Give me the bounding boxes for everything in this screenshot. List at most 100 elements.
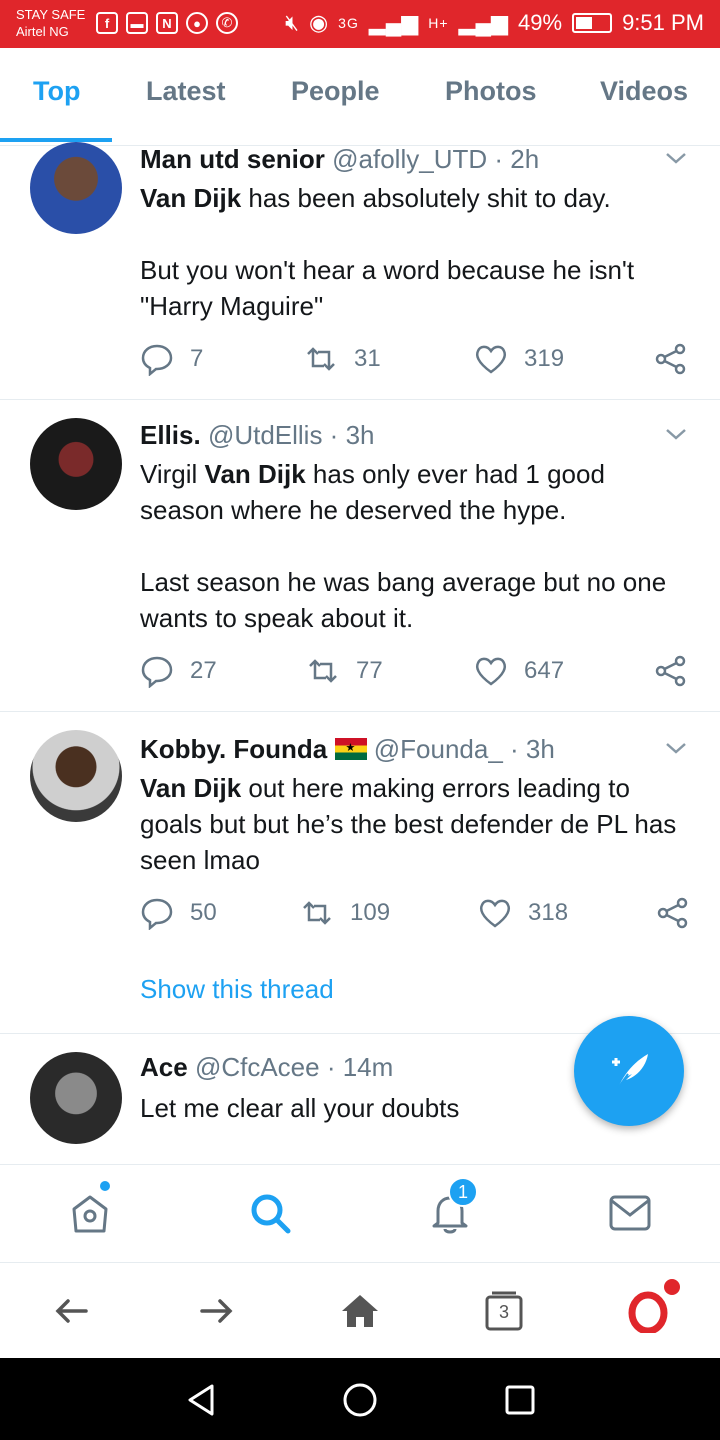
compose-feather-icon [612, 1054, 648, 1089]
show-thread-link[interactable]: Show this thread [140, 974, 334, 1005]
reply-count: 27 [190, 657, 217, 684]
signal-icon: ▂▄▆ [368, 10, 419, 35]
tweet-text: Van Dijk out here making errors leading … [140, 770, 685, 878]
opera-logo-icon [628, 1291, 668, 1335]
share-icon [655, 343, 686, 375]
chevron-down-icon[interactable] [664, 736, 688, 762]
tab-people[interactable]: People [291, 76, 380, 107]
tabs-button[interactable]: 3 [482, 1289, 526, 1333]
reply-button[interactable]: 27 [140, 654, 217, 688]
tweet-actions: 7 31 319 [140, 342, 700, 382]
status-bar: STAY SAFE Airtel NG f ▬ N ● ✆ 🔇︎ ◉ 3G ▂▄… [0, 0, 720, 48]
like-button[interactable]: 319 [474, 342, 564, 376]
whatsapp-icon: ✆ [216, 12, 238, 34]
home-button[interactable] [68, 1181, 112, 1235]
tweet-author-handle[interactable]: @UtdEllis · 3h [208, 420, 375, 450]
notifications-button[interactable]: 1 [428, 1177, 478, 1235]
reply-button[interactable]: 50 [140, 896, 217, 930]
retweet-button[interactable]: 31 [304, 342, 381, 376]
reply-button[interactable]: 7 [140, 342, 203, 376]
chevron-down-icon[interactable] [664, 422, 688, 448]
signal-icon-2: ▂▄▆ [458, 10, 509, 35]
carrier-line1: STAY SAFE [16, 7, 86, 22]
browser-home-button[interactable] [338, 1289, 382, 1333]
reply-icon [141, 898, 173, 930]
back-button[interactable] [50, 1289, 94, 1333]
tweet-text: Virgil Van Dijk has only ever had 1 good… [140, 456, 685, 636]
heart-icon [479, 899, 511, 928]
tweet-author-name[interactable]: Kobby. Founda [140, 734, 327, 764]
retweet-icon [307, 347, 335, 371]
tweet-card[interactable]: Man utd senior @afolly_UTD · 2h Van Dijk… [0, 142, 720, 400]
tweet-author-name[interactable]: Ace [140, 1052, 188, 1082]
n-app-icon: N [156, 12, 178, 34]
tweet-author-name[interactable]: Ellis. [140, 420, 201, 450]
tweet-text-para2: But you won't hear a word because he isn… [140, 255, 635, 321]
tab-latest[interactable]: Latest [146, 76, 226, 107]
android-nav-bar [0, 1358, 720, 1440]
mail-icon [609, 1195, 651, 1231]
notifications-badge: 1 [448, 1177, 478, 1207]
avatar[interactable] [30, 418, 122, 510]
recents-square-icon[interactable] [500, 1380, 540, 1420]
new-content-dot [100, 1181, 110, 1191]
active-tab-indicator [0, 138, 112, 142]
tab-top[interactable]: Top [33, 76, 80, 107]
clock: 9:51 PM [622, 10, 704, 35]
keyword-highlight: Van Dijk [204, 459, 306, 489]
back-triangle-icon[interactable] [182, 1380, 222, 1420]
signal-hplus: H+ [428, 15, 449, 31]
tab-videos[interactable]: Videos [600, 76, 688, 107]
avatar[interactable] [30, 142, 122, 234]
tweet-card[interactable]: Ellis. @UtdEllis · 3h Virgil Van Dijk ha… [0, 400, 720, 712]
retweet-count: 109 [350, 899, 391, 926]
carrier-line2: Airtel NG [16, 24, 69, 39]
tweet-text-para2: Last season he was bang average but no o… [140, 567, 667, 633]
compose-tweet-button[interactable] [574, 1016, 684, 1126]
tab-photos[interactable]: Photos [445, 76, 537, 107]
opera-menu-button[interactable] [626, 1279, 680, 1335]
forward-button[interactable] [194, 1289, 238, 1333]
notification-icons: f ▬ N ● ✆ [96, 12, 238, 34]
tweet-text: Van Dijk has been absolutely shit to day… [140, 180, 685, 324]
share-icon [655, 655, 686, 687]
home-icon [72, 1195, 108, 1233]
avatar[interactable] [30, 1052, 122, 1144]
tweet-author-handle[interactable]: @Founda_ · 3h [374, 734, 555, 764]
like-count: 647 [524, 657, 565, 684]
search-button[interactable] [248, 1191, 292, 1235]
tweet-text-pre: Virgil [140, 459, 205, 489]
retweet-icon [309, 659, 337, 683]
retweet-button[interactable]: 109 [300, 896, 390, 930]
share-button[interactable] [654, 342, 688, 376]
twitter-bottom-nav: 1 [0, 1164, 720, 1260]
reply-icon [141, 656, 173, 688]
tweet-author-handle[interactable]: @CfcAcee · 14m [195, 1052, 393, 1082]
tabs-count: 3 [498, 1302, 509, 1322]
messages-button[interactable] [608, 1191, 652, 1235]
share-button[interactable] [654, 654, 688, 688]
share-button[interactable] [656, 896, 690, 930]
arrow-right-icon [200, 1299, 233, 1323]
carrier-info: STAY SAFE Airtel NG [16, 6, 85, 40]
like-button[interactable]: 318 [478, 896, 568, 930]
retweet-icon [303, 901, 331, 925]
search-icon [251, 1194, 291, 1234]
signal-3g: 3G [338, 15, 359, 31]
retweet-count: 31 [354, 345, 381, 372]
browser-toolbar: 3 [0, 1262, 720, 1358]
tweet-actions: 50 109 318 [140, 896, 700, 936]
like-count: 318 [528, 899, 569, 926]
tweet-author-name[interactable]: Man utd senior [140, 144, 325, 174]
battery-percent: 49% [518, 10, 563, 35]
retweet-button[interactable]: 77 [306, 654, 383, 688]
chevron-down-icon[interactable] [664, 146, 688, 172]
heart-icon [475, 657, 507, 686]
tweet-author-handle[interactable]: @afolly_UTD · 2h [332, 144, 539, 174]
opera-notification-dot [664, 1279, 680, 1295]
heart-icon [475, 345, 507, 374]
home-circle-icon[interactable] [340, 1380, 380, 1420]
avatar[interactable] [30, 730, 122, 822]
like-button[interactable]: 647 [474, 654, 564, 688]
tweet-card[interactable]: Kobby. Founda ★ @Founda_ · 3h Van Dijk o… [0, 712, 720, 1034]
